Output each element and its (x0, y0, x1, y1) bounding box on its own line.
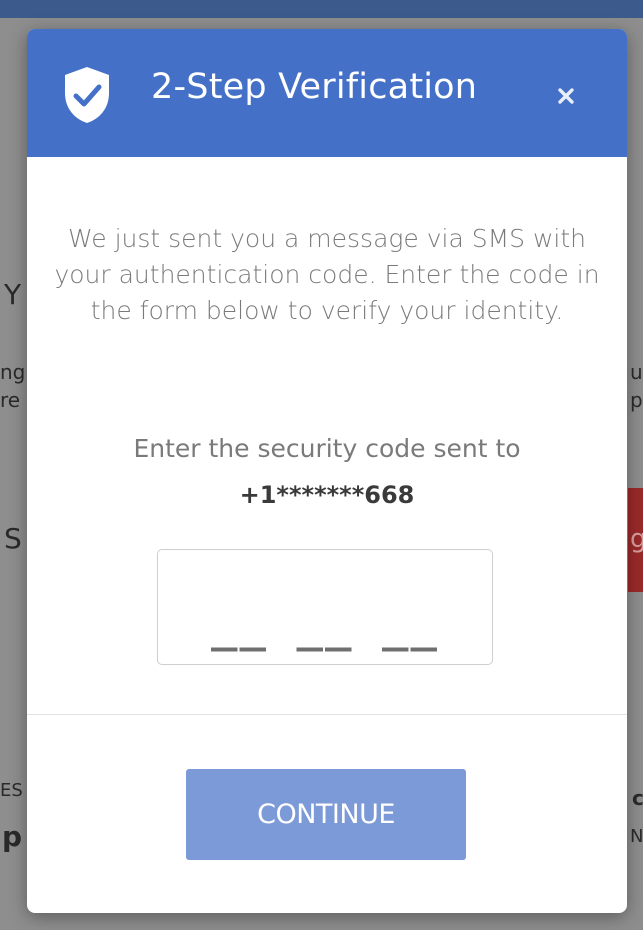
close-icon[interactable] (555, 85, 577, 107)
background-text-fragment: pl (630, 388, 643, 412)
shield-check-icon (65, 67, 109, 123)
dialog-divider (27, 714, 627, 715)
background-text-fragment: g (630, 524, 643, 554)
two-step-verification-dialog: 2-Step Verification We just sent you a m… (27, 29, 627, 913)
background-text-fragment: c (632, 786, 643, 810)
background-topbar (0, 0, 643, 18)
background-text-fragment: S (4, 522, 22, 555)
dialog-header: 2-Step Verification (27, 29, 627, 157)
dialog-title: 2-Step Verification (151, 67, 478, 107)
background-text-fragment: p (2, 820, 23, 853)
instruction-message: We just sent you a message via SMS with … (54, 224, 600, 325)
security-code-input[interactable] (158, 550, 492, 664)
background-text-fragment: ur (630, 360, 643, 384)
continue-button[interactable]: CONTINUE (186, 769, 466, 860)
security-code-field[interactable] (157, 549, 493, 665)
background-text-fragment: ng (0, 360, 26, 384)
background-text-fragment: N (630, 826, 643, 847)
background-text-fragment: re (0, 388, 21, 412)
masked-phone-number: +1*******668 (239, 481, 415, 509)
code-prompt: Enter the security code sent to (133, 434, 521, 463)
background-text-fragment: ES (0, 780, 23, 801)
background-text-fragment: Y (4, 278, 22, 311)
